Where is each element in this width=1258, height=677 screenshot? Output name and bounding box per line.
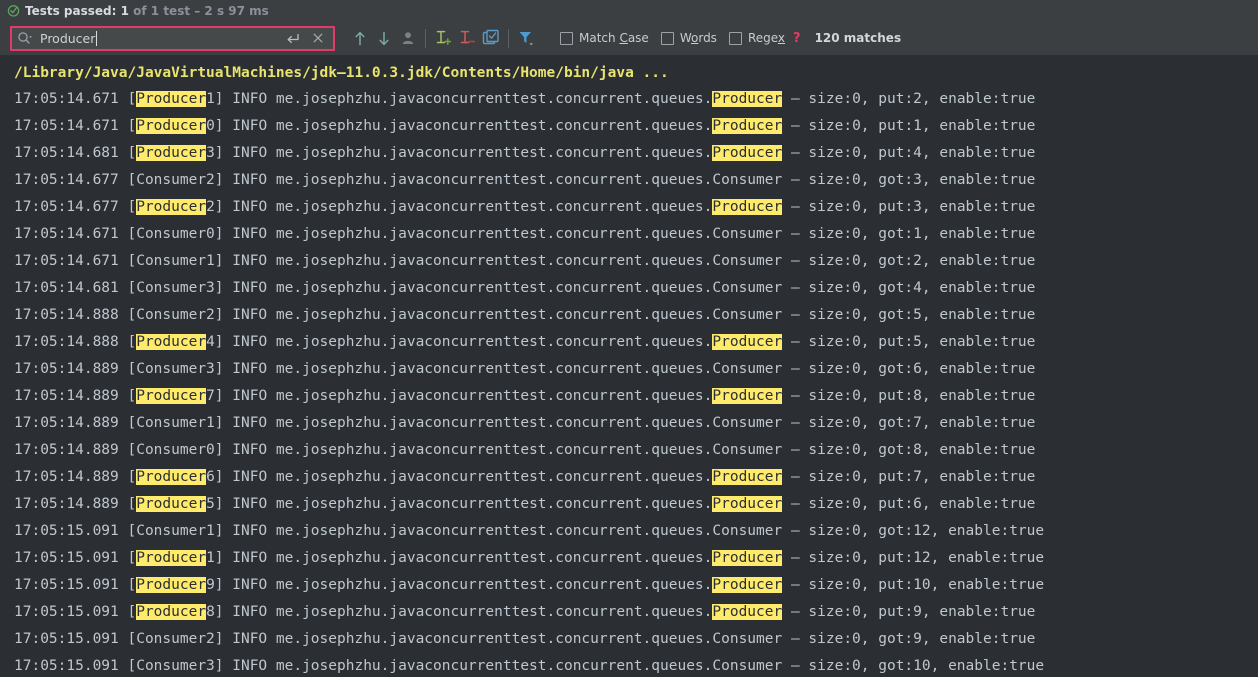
console-log-line: 17:05:15.091 [Consumer3] INFO me.josephz… (14, 658, 1045, 674)
search-match-highlight: Producer (136, 577, 207, 593)
check-circle-icon (7, 5, 20, 17)
find-toolbar: Producer Match Case Words Regex ? 120 ma… (0, 21, 1258, 56)
console-log-line: 17:05:14.889 [Producer7] INFO me.josephz… (14, 388, 1036, 404)
toolbar-separator-2 (508, 28, 509, 48)
console-output[interactable]: /Library/Java/JavaVirtualMachines/jdk–11… (0, 56, 1258, 676)
search-match-highlight: Producer (712, 604, 783, 620)
match-case-checkbox-box[interactable] (560, 31, 573, 45)
search-match-highlight: Producer (136, 550, 207, 566)
words-checkbox[interactable]: Words (660, 25, 717, 51)
search-match-highlight: Producer (712, 199, 783, 215)
person-silhouette-icon[interactable] (396, 25, 420, 51)
console-log-line: 17:05:15.091 [Consumer2] INFO me.josephz… (14, 631, 1036, 647)
search-match-highlight: Producer (136, 145, 207, 161)
console-log-line: 17:05:14.889 [Producer6] INFO me.josephz… (14, 469, 1036, 485)
console-log-line: 17:05:14.671 [Consumer0] INFO me.josephz… (14, 226, 1036, 242)
search-match-highlight: Producer (712, 334, 783, 350)
text-caret (96, 30, 98, 46)
console-log-line: 17:05:14.888 [Producer4] INFO me.josephz… (14, 334, 1036, 350)
regex-checkbox[interactable]: Regex (728, 25, 786, 51)
collapse-minus-icon[interactable] (455, 25, 479, 51)
search-match-highlight: Producer (712, 145, 783, 161)
search-match-highlight: Producer (712, 550, 783, 566)
search-match-highlight: Producer (712, 91, 783, 107)
console-log-line: 17:05:15.091 [Consumer1] INFO me.josephz… (14, 523, 1045, 539)
search-match-highlight: Producer (136, 496, 207, 512)
next-occurrence-button[interactable] (372, 25, 396, 51)
checkbox-select-icon[interactable] (479, 25, 503, 51)
console-log-line: 17:05:14.681 [Consumer3] INFO me.josephz… (14, 280, 1036, 296)
console-log-line: 17:05:15.091 [Producer8] INFO me.josephz… (14, 604, 1036, 620)
console-log-line: 17:05:14.671 [Producer0] INFO me.josephz… (14, 118, 1036, 134)
tests-duration-label: of 1 test – 2 s 97 ms (128, 3, 269, 18)
test-status-text: Tests passed: 1 of 1 test – 2 s 97 ms (25, 4, 269, 18)
search-match-highlight: Producer (136, 91, 207, 107)
console-log-line: 17:05:14.677 [Producer2] INFO me.josephz… (14, 199, 1036, 215)
regex-help-icon[interactable]: ? (793, 31, 801, 46)
search-match-highlight: Producer (712, 496, 783, 512)
expand-plus-icon[interactable] (431, 25, 455, 51)
console-log-line: 17:05:15.091 [Producer9] INFO me.josephz… (14, 577, 1045, 593)
search-input[interactable]: Producer (35, 30, 279, 46)
search-enter-button[interactable] (279, 28, 305, 49)
console-log-line: 17:05:14.889 [Consumer3] INFO me.josephz… (14, 361, 1036, 377)
console-log-line: 17:05:14.671 [Producer1] INFO me.josephz… (14, 91, 1036, 107)
search-match-highlight: Producer (712, 577, 783, 593)
tests-passed-label: Tests passed: 1 (25, 3, 129, 18)
words-label: Words (679, 31, 717, 45)
console-log-line: 17:05:14.681 [Producer3] INFO me.josephz… (14, 145, 1036, 161)
search-field[interactable]: Producer (10, 25, 335, 51)
search-match-highlight: Producer (136, 604, 207, 620)
search-match-highlight: Producer (712, 388, 783, 404)
clear-search-close-icon[interactable] (305, 28, 331, 49)
search-match-highlight: Producer (136, 199, 207, 215)
toolbar-separator-1 (425, 28, 426, 48)
search-icon[interactable] (17, 30, 35, 46)
words-checkbox-box[interactable] (660, 31, 674, 45)
test-status-bar: Tests passed: 1 of 1 test – 2 s 97 ms (0, 0, 1258, 21)
console-log-line: 17:05:14.889 [Producer5] INFO me.josephz… (14, 496, 1036, 512)
match-count-label: 120 matches (814, 31, 902, 45)
filter-funnel-icon[interactable] (514, 25, 538, 51)
search-match-highlight: Producer (136, 469, 207, 485)
console-command-line: /Library/Java/JavaVirtualMachines/jdk–11… (14, 65, 669, 81)
previous-occurrence-button[interactable] (348, 25, 372, 51)
console-log-line: 17:05:14.671 [Consumer1] INFO me.josephz… (14, 253, 1036, 269)
search-input-value: Producer (40, 30, 96, 46)
search-match-highlight: Producer (136, 118, 207, 134)
match-case-checkbox[interactable]: Match Case (560, 25, 649, 51)
search-match-highlight: Producer (712, 469, 783, 485)
console-log-list: 17:05:14.671 [Producer1] INFO me.josephz… (14, 86, 1258, 676)
console-log-line: 17:05:14.889 [Consumer1] INFO me.josephz… (14, 415, 1036, 431)
regex-label: Regex (747, 31, 786, 45)
console-log-line: 17:05:15.091 [Producer1] INFO me.josephz… (14, 550, 1045, 566)
search-match-highlight: Producer (712, 118, 783, 134)
console-log-line: 17:05:14.677 [Consumer2] INFO me.josephz… (14, 172, 1036, 188)
regex-checkbox-box[interactable] (728, 31, 742, 45)
search-match-highlight: Producer (136, 334, 207, 350)
match-case-label: Match Case (579, 31, 649, 45)
search-match-highlight: Producer (136, 388, 207, 404)
console-log-line: 17:05:14.889 [Consumer0] INFO me.josephz… (14, 442, 1036, 458)
console-log-line: 17:05:14.888 [Consumer2] INFO me.josephz… (14, 307, 1036, 323)
